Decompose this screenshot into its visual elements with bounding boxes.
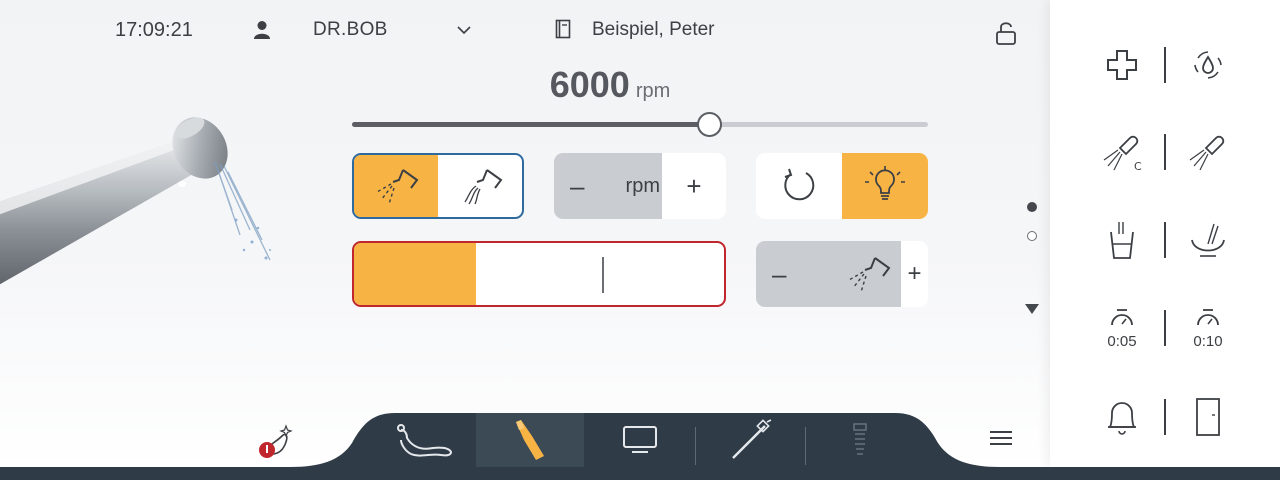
tab-scaler[interactable] [696,413,805,467]
handpiece-clean-button[interactable]: C [1092,122,1152,182]
rpm-stepper-label: rpm [625,174,660,197]
separator [1164,399,1166,435]
water-stepper: – + [756,241,928,307]
speed-unit: rpm [635,80,671,102]
monitor-icon [623,426,657,453]
speed-value: 6000 [549,64,630,105]
cross-icon [1107,50,1137,80]
separator [1164,134,1166,170]
slider-knob[interactable] [696,112,722,137]
tab-monitor[interactable] [584,413,696,467]
separator [1164,47,1166,83]
direction-light-group [756,153,928,219]
door-button[interactable] [1178,387,1238,447]
tab-instrument[interactable] [476,413,584,467]
rpm-increase-button[interactable]: + [662,153,726,219]
timer-icon [1111,308,1133,325]
separator [1164,310,1166,346]
water-drop-icon [1194,51,1222,79]
user-icon [254,21,270,39]
plus-icon: + [907,260,922,287]
bowl-rinse-button[interactable] [1178,210,1238,270]
svg-text:C: C [1134,160,1142,173]
main-area: 17:09:21 DR.BOB Beispiel, Peter 6000rpm [0,0,1050,467]
handpiece-image [0,117,271,285]
speed-readout: 6000 rpm [440,64,780,106]
page-indicator-active[interactable] [1027,202,1037,212]
light-bulb-icon [865,166,905,200]
handpiece-clean-icon: C [1103,135,1142,173]
handpiece-flush-icon [1189,135,1225,171]
timer-long-button[interactable]: 0:10 [1178,298,1238,358]
user-selector[interactable]: DR.BOB [313,19,388,41]
separator [1164,222,1166,258]
program-level-fill [354,243,477,305]
spray-icon [376,169,419,205]
door-icon [1196,398,1220,436]
handpiece-flush-button[interactable] [1178,122,1238,182]
implant-icon [853,423,867,455]
page-indicator[interactable] [1027,231,1037,241]
spray-on-button[interactable] [354,155,438,217]
bowl-rinse-icon [1191,223,1225,257]
treatment-notification-icon[interactable] [256,420,300,464]
timer-short-button[interactable]: 0:05 [1092,298,1152,358]
rpm-stepper: – rpm + [554,153,726,219]
water-increase-button[interactable]: + [901,241,928,307]
light-button[interactable] [842,153,928,219]
program-level-marker [602,257,604,293]
rotation-direction-button[interactable] [756,153,842,219]
spray-mode-toggle [352,153,524,219]
timer-short-label: 0:05 [1107,332,1137,350]
unlock-icon[interactable] [994,20,1018,46]
menu-icon[interactable] [988,428,1014,448]
chevron-down-icon[interactable] [455,22,473,38]
cup-fill-icon [1110,222,1134,259]
rpm-decrease-button[interactable]: – [570,173,584,199]
tab-chair[interactable] [374,413,476,467]
timer-long-label: 0:10 [1193,332,1223,350]
plus-icon: + [686,171,702,201]
water-spray-icon [848,257,891,293]
speed-slider[interactable] [352,110,928,140]
bell-icon [1108,402,1136,435]
bottom-strip [0,467,1280,480]
bell-button[interactable] [1092,387,1152,447]
tabbar [312,413,976,467]
program-level-bar[interactable] [352,241,726,307]
clock: 17:09:21 [115,19,193,41]
tab-implant[interactable] [806,413,914,467]
patient-name[interactable]: Beispiel, Peter [592,19,715,41]
rotation-direction-icon [784,168,815,201]
timer-icon [1197,308,1219,325]
dental-chair-icon [397,424,453,457]
spray-chip-icon [464,169,503,205]
water-decrease-button[interactable]: – [772,261,786,287]
water-drop-button[interactable] [1178,35,1238,95]
scroll-down-arrow-icon[interactable] [1024,303,1040,315]
quick-access-panel: C 0:05 0:10 [1050,0,1280,467]
cross-button[interactable] [1092,35,1152,95]
slider-fill [352,122,710,127]
cup-fill-button[interactable] [1092,210,1152,270]
spray-chip-button[interactable] [438,155,522,217]
instrument-icon [516,420,544,460]
scaler-icon [731,419,771,459]
patient-card-icon [555,19,571,39]
